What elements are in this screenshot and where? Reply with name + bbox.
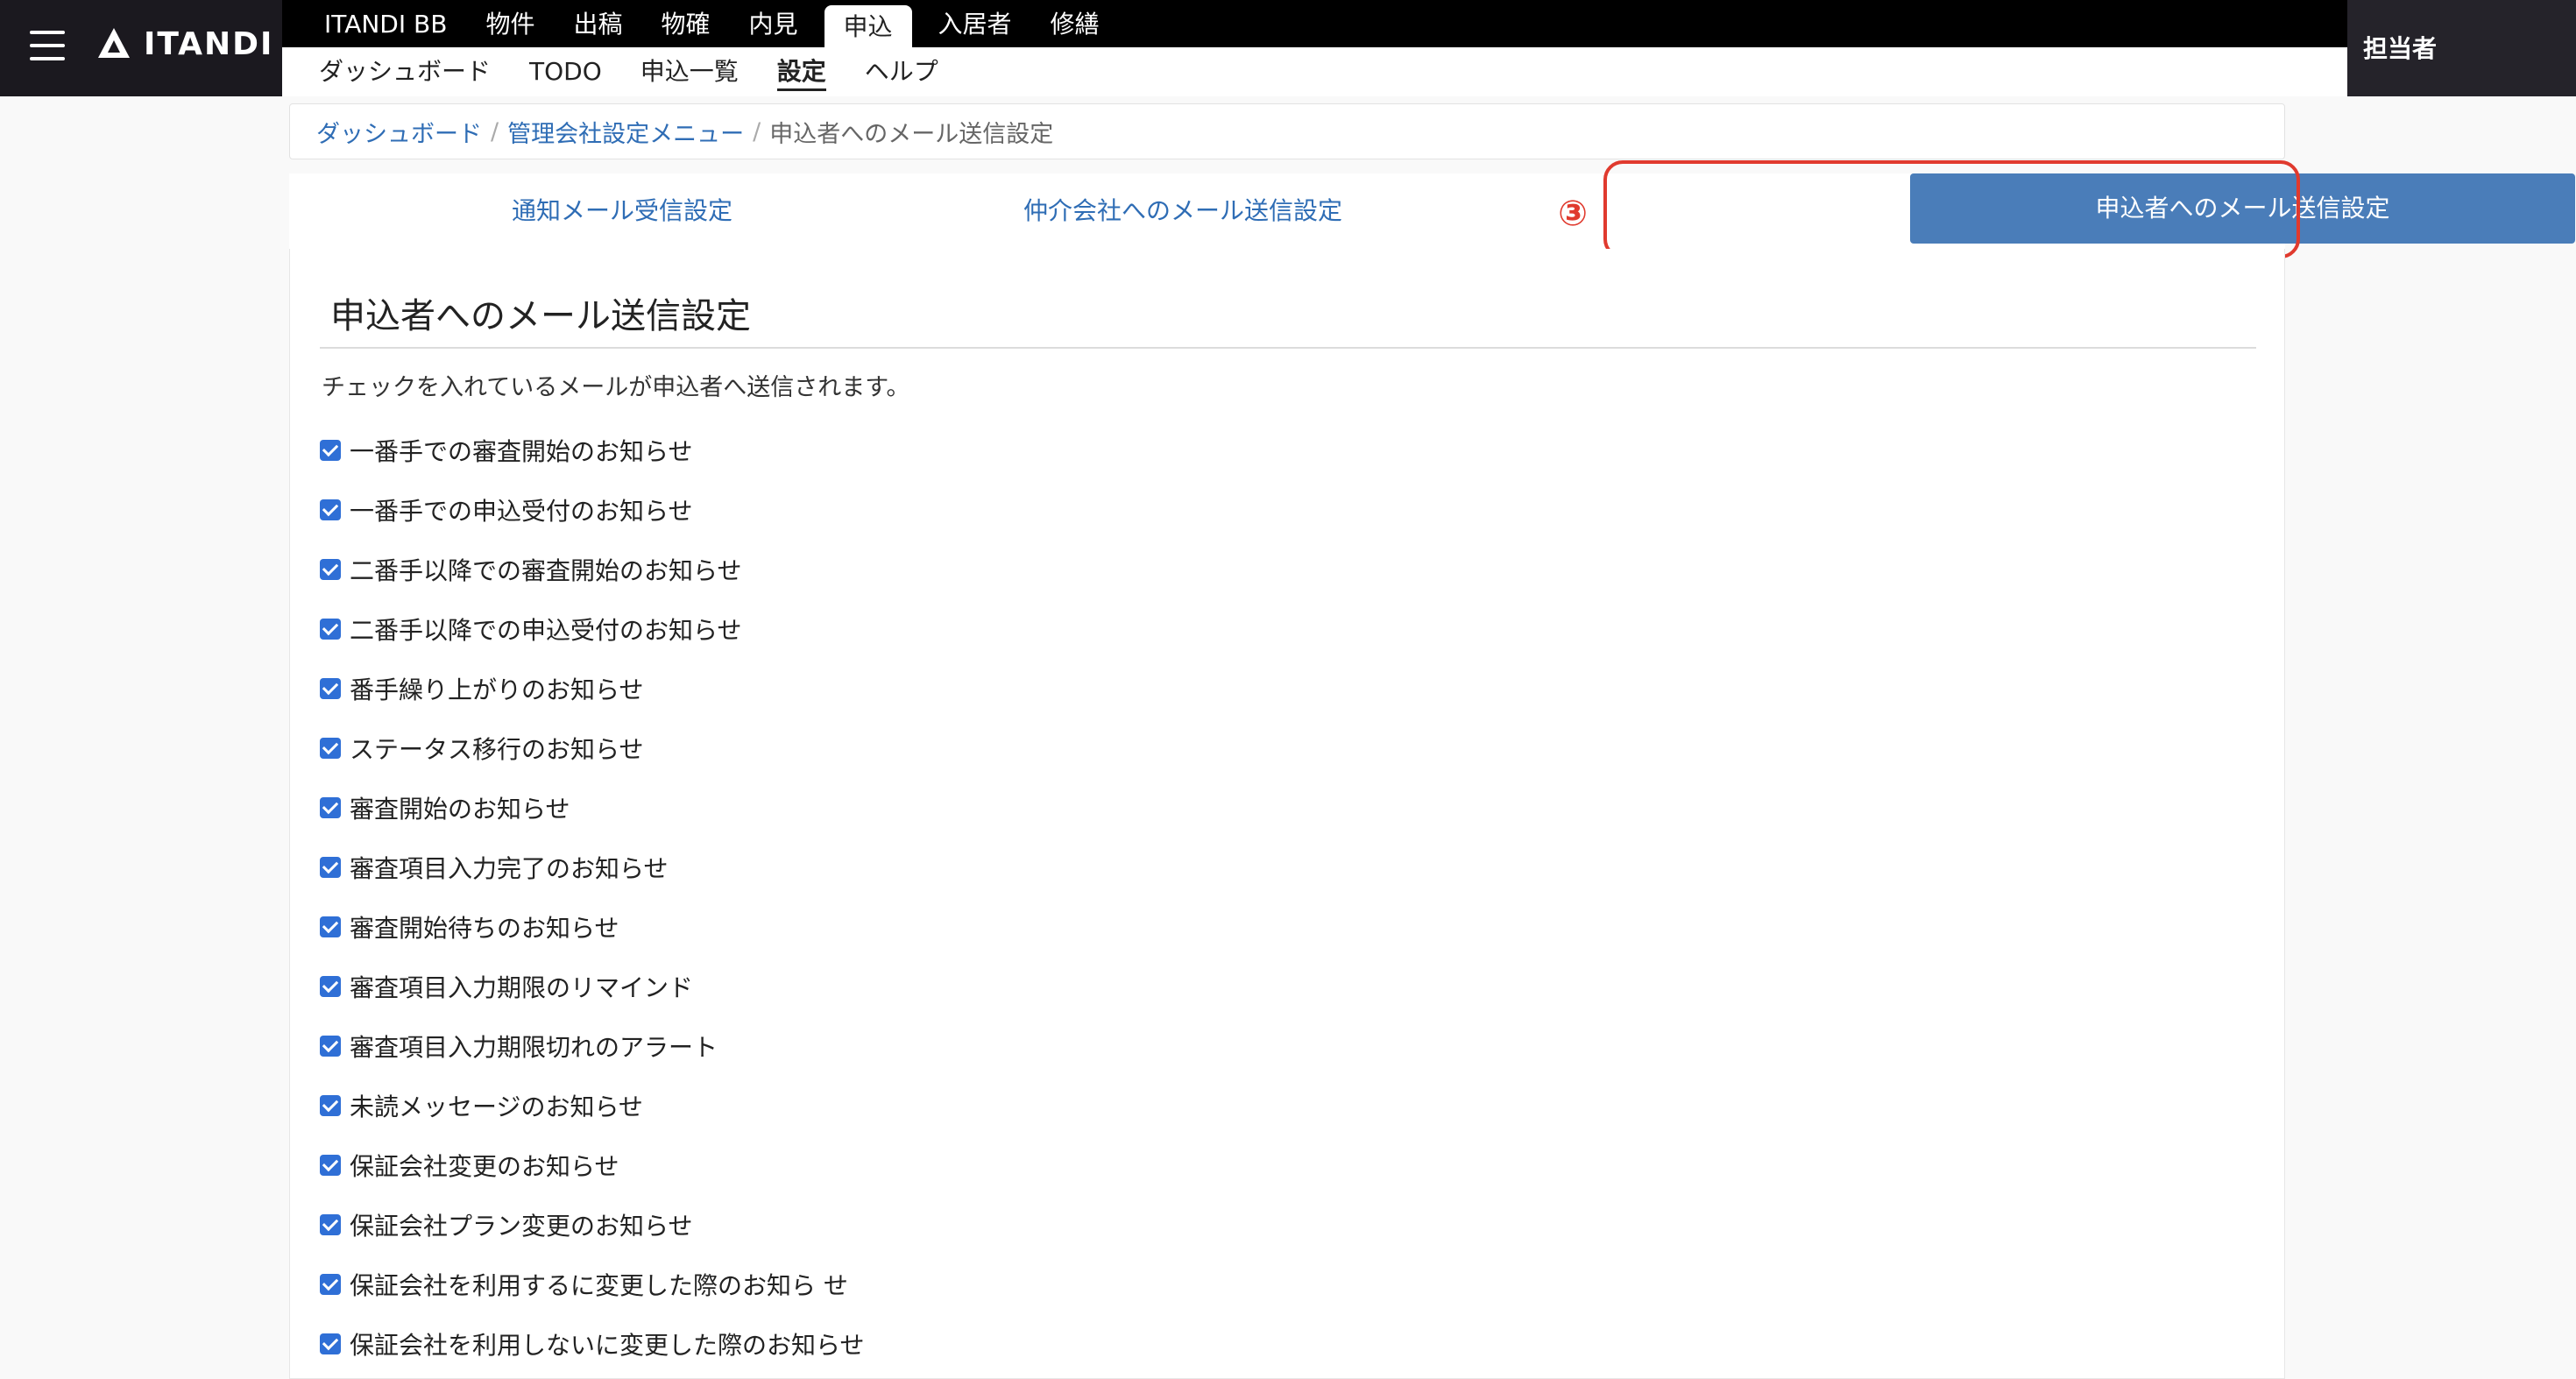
breadcrumb-management-menu[interactable]: 管理会社設定メニュー: [507, 115, 744, 149]
breadcrumb-separator: /: [753, 117, 761, 145]
top-nav-item[interactable]: 修繕: [1031, 0, 1119, 47]
mail-option-row: 保証会社を利用するに変更した際のお知ら せ: [320, 1255, 864, 1314]
checkbox-label[interactable]: ステータス移行のお知らせ: [350, 731, 643, 766]
sub-nav: ダッシュボード TODO 申込一覧 設定 ヘルプ: [282, 47, 2347, 96]
mail-option-row: 審査開始のお知らせ: [320, 778, 864, 838]
checkbox-label[interactable]: 一番手での申込受付のお知らせ: [350, 492, 692, 527]
tab-broker-mail[interactable]: 仲介会社へのメール送信設定: [999, 173, 1367, 249]
mail-option-row: 番手繰り上がりのお知らせ: [320, 659, 864, 718]
top-nav: ITANDI BB 物件 出稿 物確 内見 申込 入居者 修繕: [282, 0, 2347, 47]
checkbox[interactable]: [320, 678, 341, 699]
checkbox-label[interactable]: 保証会社変更のお知らせ: [350, 1148, 619, 1183]
user-area[interactable]: 担当者: [2347, 0, 2576, 96]
mail-option-row: 審査項目入力期限のリマインド: [320, 957, 864, 1016]
mail-option-row: 一番手での申込受付のお知らせ: [320, 480, 864, 540]
top-nav-item[interactable]: 申込: [824, 5, 912, 47]
checkbox-label[interactable]: 未読メッセージのお知らせ: [350, 1088, 643, 1123]
mail-option-list: 一番手での審査開始のお知らせ 一番手での申込受付のお知らせ二番手以降での審査開始の…: [320, 421, 864, 1374]
checkbox-label[interactable]: 一番手での審査開始のお知らせ: [350, 433, 692, 468]
sub-nav-item[interactable]: 設定: [758, 47, 846, 96]
logo-text: ITANDI: [144, 26, 274, 62]
checkbox-label[interactable]: 審査項目入力期限のリマインド: [350, 969, 693, 1004]
top-nav-item[interactable]: 内見: [729, 0, 817, 47]
checkbox[interactable]: [320, 738, 341, 759]
sub-nav-item[interactable]: 申込一覧: [621, 47, 758, 96]
mail-option-row: 二番手以降での申込受付のお知らせ: [320, 599, 864, 659]
sub-nav-item[interactable]: ダッシュボード: [300, 47, 510, 96]
checkbox[interactable]: [320, 797, 341, 818]
tab-notification-mail[interactable]: 通知メール受信設定: [289, 173, 955, 249]
mail-option-row: 一番手での審査開始のお知らせ: [320, 421, 864, 480]
panel-title: 申込者へのメール送信設定: [330, 296, 751, 336]
checkbox[interactable]: [320, 499, 341, 520]
checkbox[interactable]: [320, 1036, 341, 1057]
checkbox[interactable]: [320, 1333, 341, 1354]
checkbox[interactable]: [320, 440, 341, 461]
mail-option-row: 保証会社プラン変更のお知らせ: [320, 1195, 864, 1255]
checkbox-label[interactable]: 保証会社を利用しないに変更した際のお知らせ: [350, 1326, 864, 1361]
top-nav-item[interactable]: 物確: [641, 0, 729, 47]
mail-option-row: ステータス移行のお知らせ: [320, 718, 864, 778]
app-header: ITANDI ITANDI BB 物件 出稿 物確 内見 申込 入居者 修繕 ダッシュボード T…: [0, 0, 2576, 96]
settings-panel: 申込者へのメール送信設定 チェックを入れているメールが申込者へ送信されます。 一…: [289, 249, 2285, 1379]
checkbox-label[interactable]: 保証会社プラン変更のお知らせ: [350, 1207, 692, 1242]
mail-option-row: 審査開始待ちのお知らせ: [320, 897, 864, 957]
checkbox-label[interactable]: 審査項目入力期限切れのアラート: [350, 1029, 718, 1064]
checkbox[interactable]: [320, 1274, 341, 1295]
checkbox-label[interactable]: 保証会社を利用するに変更した際のお知ら せ: [350, 1267, 848, 1302]
checkbox[interactable]: [320, 976, 341, 997]
checkbox[interactable]: [320, 857, 341, 878]
mail-option-row: 二番手以降での審査開始のお知らせ: [320, 540, 864, 599]
checkbox[interactable]: [320, 559, 341, 580]
mail-option-row: 審査項目入力完了のお知らせ: [320, 838, 864, 897]
checkbox[interactable]: [320, 619, 341, 640]
sub-nav-item[interactable]: ヘルプ: [846, 47, 958, 96]
checkbox[interactable]: [320, 1155, 341, 1176]
top-nav-item[interactable]: 出稿: [554, 0, 641, 47]
breadcrumb-current: 申込者へのメール送信設定: [769, 120, 1054, 148]
sub-nav-item[interactable]: TODO: [510, 47, 621, 96]
checkbox-label[interactable]: 審査開始待ちのお知らせ: [350, 909, 619, 944]
logo-block: ITANDI: [0, 0, 282, 96]
mail-option-row: 未読メッセージのお知らせ: [320, 1076, 864, 1135]
top-nav-item[interactable]: 物件: [466, 0, 554, 47]
checkbox-label[interactable]: 二番手以降での審査開始のお知らせ: [350, 552, 741, 587]
mail-option-row: 保証会社変更のお知らせ: [320, 1135, 864, 1195]
checkbox-label[interactable]: 審査項目入力完了のお知らせ: [350, 850, 668, 885]
top-nav-item[interactable]: 入居者: [919, 0, 1031, 47]
itandi-logo-icon: [98, 28, 130, 58]
annotation-highlight: [1603, 160, 2300, 258]
checkbox-label[interactable]: 番手繰り上がりのお知らせ: [350, 671, 643, 706]
hamburger-menu-icon[interactable]: [30, 31, 65, 60]
checkbox-label[interactable]: 審査開始のお知らせ: [350, 790, 570, 825]
checkbox[interactable]: [320, 916, 341, 937]
top-nav-item[interactable]: ITANDI BB: [305, 0, 466, 47]
annotation-step-number: ③: [1558, 194, 1588, 234]
mail-option-row: 審査項目入力期限切れのアラート: [320, 1016, 864, 1076]
breadcrumb: ダッシュボード / 管理会社設定メニュー / 申込者へのメール送信設定: [289, 103, 2285, 159]
divider: [320, 347, 2256, 349]
checkbox[interactable]: [320, 1095, 341, 1116]
checkbox[interactable]: [320, 1214, 341, 1235]
checkbox-label[interactable]: 二番手以降での申込受付のお知らせ: [350, 612, 741, 647]
user-name[interactable]: 担当者: [2363, 30, 2437, 65]
panel-description: チェックを入れているメールが申込者へ送信されます。: [322, 374, 910, 401]
breadcrumb-dashboard[interactable]: ダッシュボード: [316, 115, 482, 149]
breadcrumb-separator: /: [491, 117, 499, 145]
